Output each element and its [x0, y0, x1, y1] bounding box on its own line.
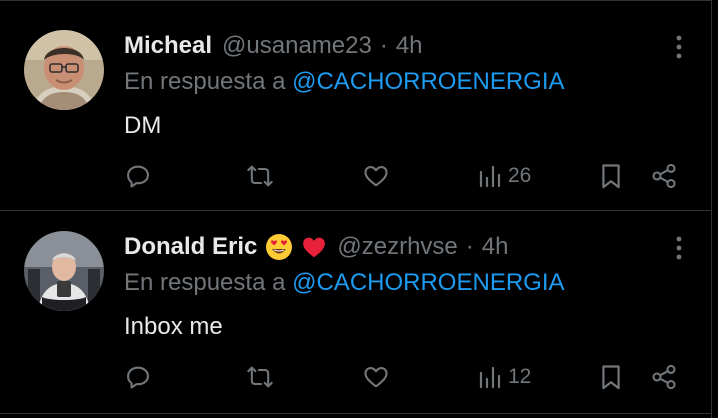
- author-handle[interactable]: @zezrhvse: [337, 233, 457, 261]
- reply-mention-link[interactable]: @CACHORROENERGIA: [292, 68, 564, 95]
- reply-button[interactable]: [124, 359, 152, 395]
- author-name[interactable]: Donald Eric: [124, 233, 257, 261]
- views-button[interactable]: 26: [478, 158, 531, 194]
- reply-mention-link[interactable]: @CACHORROENERGIA: [292, 269, 564, 296]
- tweet-header: Micheal @usaname23 · 4h: [124, 28, 423, 64]
- tweet-reply[interactable]: Micheal @usaname23 · 4h En respuesta a @…: [0, 0, 712, 210]
- reply-context: En respuesta a @CACHORROENERGIA: [124, 68, 565, 96]
- tweet-header: Donald Eric @zezrhvse · 4h: [124, 229, 508, 265]
- retweet-icon: [244, 363, 276, 391]
- timestamp[interactable]: 4h: [482, 233, 509, 261]
- bookmark-button[interactable]: [598, 158, 624, 194]
- bookmark-button[interactable]: [598, 359, 624, 395]
- views-icon: [478, 364, 502, 390]
- views-count: 12: [508, 365, 532, 388]
- retweet-button[interactable]: [244, 158, 276, 194]
- retweet-button[interactable]: [244, 359, 276, 395]
- author-handle[interactable]: @usaname23: [222, 32, 372, 60]
- retweet-icon: [244, 162, 276, 190]
- tweet-actions: 12: [124, 359, 694, 395]
- like-button[interactable]: [362, 359, 390, 395]
- avatar[interactable]: [24, 30, 104, 110]
- reply-icon: [124, 162, 152, 190]
- avatar[interactable]: [24, 231, 104, 311]
- share-icon: [650, 363, 678, 391]
- heart-eyes-emoji: [265, 233, 293, 261]
- tweet-text: Inbox me: [124, 313, 223, 340]
- like-icon: [362, 363, 390, 391]
- tweet-actions: 26: [124, 158, 694, 194]
- views-button[interactable]: 12: [478, 359, 531, 395]
- reply-prefix: En respuesta a: [124, 269, 286, 296]
- timestamp[interactable]: 4h: [396, 32, 423, 60]
- views-icon: [478, 163, 502, 189]
- reply-button[interactable]: [124, 158, 152, 194]
- reply-icon: [124, 363, 152, 391]
- separator: ·: [465, 233, 474, 260]
- share-button[interactable]: [650, 359, 678, 395]
- bookmark-icon: [598, 162, 624, 190]
- author-name[interactable]: Micheal: [124, 32, 212, 60]
- views-count: 26: [508, 164, 532, 187]
- red-heart-emoji: [301, 234, 327, 260]
- tweet-text: DM: [124, 112, 162, 139]
- bookmark-icon: [598, 363, 624, 391]
- tweet-reply[interactable]: Donald Eric @zezrhvse · 4h En respuesta …: [0, 210, 712, 414]
- more-options-icon[interactable]: [666, 235, 692, 261]
- more-options-icon[interactable]: [666, 34, 692, 60]
- share-icon: [650, 162, 678, 190]
- reply-prefix: En respuesta a: [124, 68, 286, 95]
- like-button[interactable]: [362, 158, 390, 194]
- share-button[interactable]: [650, 158, 678, 194]
- separator: ·: [379, 32, 388, 59]
- reply-context: En respuesta a @CACHORROENERGIA: [124, 269, 565, 297]
- like-icon: [362, 162, 390, 190]
